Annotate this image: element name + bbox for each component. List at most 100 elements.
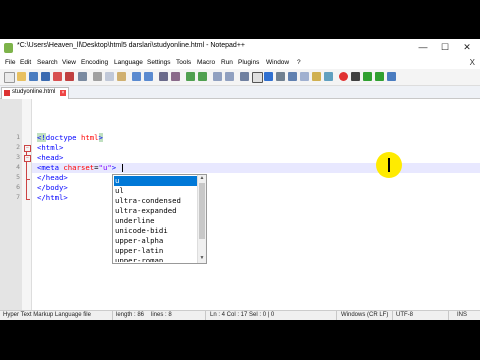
autocomplete-item[interactable]: upper-alpha — [114, 236, 199, 246]
autocomplete-item[interactable]: ultra-condensed — [114, 196, 199, 206]
line-number: 3 — [16, 153, 20, 161]
zoom-in-icon[interactable] — [186, 72, 195, 81]
print-icon[interactable] — [78, 72, 87, 81]
autocomplete-item[interactable]: upper-latin — [114, 246, 199, 256]
status-separator — [392, 311, 393, 320]
function-list-icon[interactable] — [300, 72, 309, 81]
tag-bracket: > — [58, 143, 64, 152]
menu-encoding[interactable]: Encoding — [81, 59, 108, 66]
code-line: </body> — [37, 183, 68, 193]
show-all-chars-icon[interactable] — [252, 72, 263, 83]
title-bar: *C:\Users\Heaven_ll\Desktop\html5 darsla… — [0, 39, 480, 57]
menu-macro[interactable]: Macro — [197, 59, 215, 66]
menu-edit[interactable]: Edit — [20, 59, 31, 66]
fold-toggle-icon[interactable]: − — [24, 145, 31, 152]
replace-icon[interactable] — [171, 72, 180, 81]
notepad-app-icon — [4, 43, 13, 53]
save-all-icon[interactable] — [41, 72, 50, 81]
find-icon[interactable] — [159, 72, 168, 81]
record-macro-icon[interactable] — [339, 72, 348, 81]
toolbar — [0, 69, 480, 86]
tag-bracket: </ — [37, 193, 46, 202]
fold-line — [26, 162, 27, 179]
menu-language[interactable]: Language — [114, 59, 143, 66]
autocomplete-item[interactable]: ultra-expanded — [114, 206, 199, 216]
fold-toggle-icon[interactable]: − — [24, 155, 31, 162]
autocomplete-item[interactable]: u — [114, 176, 199, 186]
close-icon[interactable] — [53, 72, 62, 81]
status-lines: lines : 8 — [151, 312, 172, 318]
tag-name: meta — [41, 163, 59, 172]
stop-macro-icon[interactable] — [351, 72, 360, 81]
tab-close-icon[interactable]: × — [60, 90, 66, 96]
scroll-down-arrow-icon[interactable]: ▼ — [199, 255, 205, 262]
cut-icon[interactable] — [93, 72, 102, 81]
fold-end-marker — [26, 199, 30, 200]
close-window-button[interactable]: ✕ — [456, 39, 478, 55]
scrollbar-thumb[interactable] — [199, 183, 205, 239]
word-wrap-icon[interactable] — [240, 72, 249, 81]
tab-studyonline[interactable]: studyonline.html × — [1, 87, 69, 99]
copy-icon[interactable] — [105, 72, 114, 81]
autocomplete-item[interactable]: underline — [114, 216, 199, 226]
save-macro-icon[interactable] — [387, 72, 396, 81]
status-eol[interactable]: Windows (CR LF) — [341, 312, 388, 318]
tag-bracket: > — [111, 163, 117, 172]
autocomplete-item[interactable]: unicode-bidi — [114, 226, 199, 236]
autocomplete-item[interactable]: ul — [114, 186, 199, 196]
menu-tools[interactable]: Tools — [176, 59, 191, 66]
tag-name: body — [45, 183, 64, 192]
menu-settings[interactable]: Settings — [147, 59, 171, 66]
scroll-up-arrow-icon[interactable]: ▲ — [199, 175, 205, 182]
paste-icon[interactable] — [117, 72, 126, 81]
attr-name: charset — [58, 163, 95, 172]
folder-workspace-icon[interactable] — [312, 72, 321, 81]
tag-bracket: > — [63, 183, 68, 192]
status-mode[interactable]: INS — [457, 312, 467, 318]
sync-horizontal-icon[interactable] — [225, 72, 234, 81]
text-caret — [122, 164, 123, 172]
code-line: </head> — [37, 173, 68, 183]
udl-icon[interactable] — [276, 72, 285, 81]
new-file-icon[interactable] — [4, 72, 15, 83]
line-number: 4 — [16, 163, 20, 171]
editor-area[interactable]: 1 2 3 4 5 6 7 − − <!doctype html> <html>… — [0, 99, 480, 310]
close-document-button[interactable]: X — [470, 58, 475, 67]
sync-vertical-icon[interactable] — [213, 72, 222, 81]
doc-map-icon[interactable] — [288, 72, 297, 81]
menu-plugins[interactable]: Plugins — [238, 59, 259, 66]
menu-view[interactable]: View — [62, 59, 76, 66]
play-macro-icon[interactable] — [363, 72, 372, 81]
undo-icon[interactable] — [132, 72, 141, 81]
run-macro-multiple-icon[interactable] — [375, 72, 384, 81]
save-icon[interactable] — [29, 72, 38, 81]
autocomplete-list[interactable]: u ul ultra-condensed ultra-expanded unde… — [112, 174, 207, 264]
line-number: 5 — [16, 173, 20, 181]
line-number: 7 — [16, 193, 20, 201]
line-number: 2 — [16, 143, 20, 151]
menu-run[interactable]: Run — [221, 59, 233, 66]
tag-bracket: > — [63, 173, 68, 182]
open-file-icon[interactable] — [17, 72, 26, 81]
indent-guide-icon[interactable] — [264, 72, 273, 81]
zoom-out-icon[interactable] — [198, 72, 207, 81]
code-line: <!doctype html> — [37, 133, 103, 143]
autocomplete-item[interactable]: upper-roman — [114, 256, 199, 262]
redo-icon[interactable] — [144, 72, 153, 81]
menu-search[interactable]: Search — [37, 59, 58, 66]
status-encoding[interactable]: UTF-8 — [396, 312, 413, 318]
close-all-icon[interactable] — [65, 72, 74, 81]
menu-window[interactable]: Window — [266, 59, 289, 66]
tag-name: html — [41, 143, 59, 152]
tag-name: html — [45, 193, 64, 202]
monitoring-icon[interactable] — [324, 72, 333, 81]
status-separator — [112, 311, 113, 320]
menu-file[interactable]: File — [5, 59, 15, 66]
autocomplete-scrollbar[interactable]: ▲ ▼ — [197, 175, 206, 263]
minimize-button[interactable]: — — [412, 39, 434, 55]
mouse-cursor-highlight — [376, 152, 402, 178]
status-separator — [448, 311, 449, 320]
menu-help[interactable]: ? — [297, 59, 301, 66]
status-position: Ln : 4 Col : 17 Sel : 0 | 0 — [210, 312, 275, 318]
maximize-button[interactable]: ☐ — [434, 39, 456, 55]
